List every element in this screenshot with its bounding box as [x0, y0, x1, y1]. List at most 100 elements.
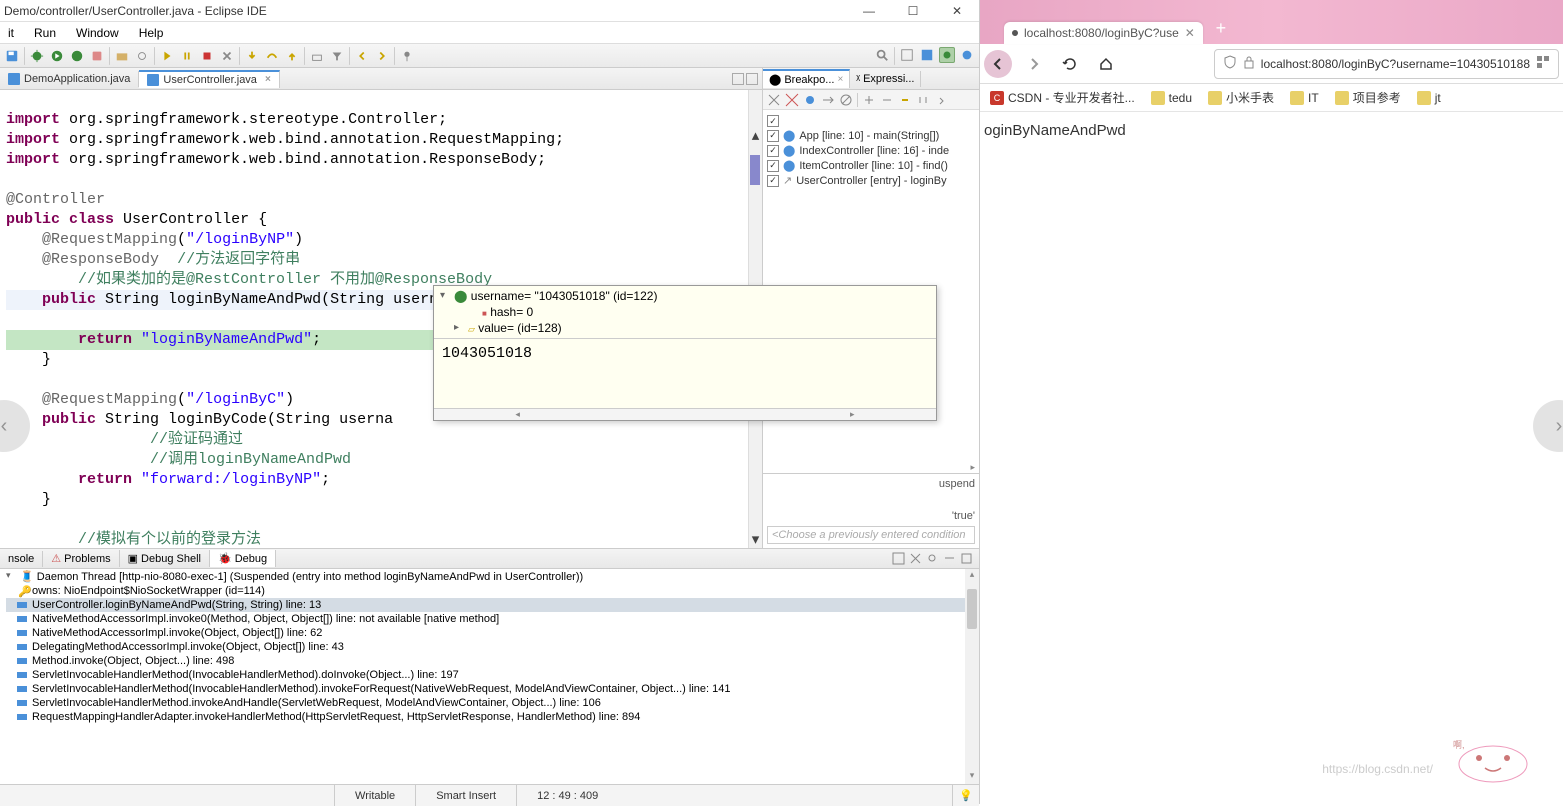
menu-window[interactable]: Window	[70, 24, 125, 42]
remove-icon[interactable]	[767, 93, 781, 107]
overview-mark[interactable]	[750, 155, 760, 185]
resume-icon[interactable]	[159, 48, 175, 64]
bookmark-folder[interactable]: IT	[1286, 89, 1323, 107]
close-tab-icon[interactable]: ✕	[1185, 26, 1195, 40]
owns-row[interactable]: 🔑owns: NioEndpoint$NioSocketWrapper (id=…	[6, 584, 979, 598]
address-bar[interactable]: localhost:8080/loginByC?username=1043051…	[1214, 49, 1559, 79]
step-over-icon[interactable]	[264, 48, 280, 64]
minimize-icon[interactable]	[943, 552, 956, 565]
scroll-down-icon[interactable]: ▾	[749, 534, 762, 548]
checkbox[interactable]: ✓	[767, 160, 779, 172]
expand-icon[interactable]: ▸	[454, 322, 459, 333]
new-tab-button[interactable]: +	[1207, 14, 1235, 42]
maximize-view-icon[interactable]	[746, 73, 758, 85]
run-icon[interactable]	[49, 48, 65, 64]
skip-all-icon[interactable]	[839, 93, 853, 107]
bookmark-folder[interactable]: jt	[1413, 89, 1445, 107]
step-return-icon[interactable]	[284, 48, 300, 64]
close-button[interactable]: ✕	[935, 0, 979, 22]
stack-frame[interactable]: ServletInvocableHandlerMethod.invokeAndH…	[6, 696, 979, 710]
bookmark-csdn[interactable]: CCSDN - 专业开发者社...	[986, 87, 1139, 108]
collapse-icon[interactable]: ▾	[6, 570, 11, 581]
bookmark-folder[interactable]: 项目参考	[1331, 87, 1405, 108]
forward-nav-icon[interactable]	[374, 48, 390, 64]
collapse-icon[interactable]	[880, 93, 894, 107]
stack-frame[interactable]: NativeMethodAccessorImpl.invoke(Object, …	[6, 626, 979, 640]
tip-icon[interactable]: 💡	[952, 785, 979, 806]
stack-frame[interactable]: Method.invoke(Object, Object...) line: 4…	[6, 654, 979, 668]
step-into-icon[interactable]	[244, 48, 260, 64]
bookmark-folder[interactable]: 小米手表	[1204, 87, 1278, 108]
checkbox[interactable]: ✓	[767, 175, 779, 187]
inspector-scrollbar[interactable]: ◂▸	[434, 408, 936, 420]
maximize-button[interactable]: ☐	[891, 0, 935, 22]
breakpoint-item[interactable]: ✓↗UserController [entry] - loginBy	[767, 173, 975, 188]
debug-icon[interactable]	[29, 48, 45, 64]
lock-icon[interactable]	[1243, 55, 1255, 72]
pin-icon[interactable]	[399, 48, 415, 64]
goto-file-icon[interactable]	[821, 93, 835, 107]
perspective-open-icon[interactable]	[899, 47, 915, 63]
stack-frame[interactable]: ServletInvocableHandlerMethod(InvocableH…	[6, 668, 979, 682]
menu-run[interactable]: Run	[28, 24, 62, 42]
breakpoint-item[interactable]: ✓⬤App [line: 10] - main(String[])	[767, 128, 975, 143]
inspector-detail[interactable]: 1043051018	[434, 338, 936, 408]
drop-to-frame-icon[interactable]	[309, 48, 325, 64]
expand-icon[interactable]	[862, 93, 876, 107]
maximize-icon[interactable]	[960, 552, 973, 565]
stack-frame[interactable]: UserController.loginByNameAndPwd(String,…	[6, 598, 979, 612]
suspend-icon[interactable]	[179, 48, 195, 64]
disconnect-icon[interactable]	[219, 48, 235, 64]
run-last-icon[interactable]	[69, 48, 85, 64]
external-tools-icon[interactable]	[89, 48, 105, 64]
collapse-icon[interactable]: ▾	[440, 290, 445, 301]
condition-input[interactable]: <Choose a previously entered condition	[767, 526, 975, 544]
checkbox[interactable]: ✓	[767, 115, 779, 127]
tab-breakpoints[interactable]: ⬤ Breakpo... ×	[763, 69, 850, 88]
layout-icon[interactable]	[892, 552, 905, 565]
perspective-debug-icon[interactable]	[939, 47, 955, 63]
browser-tab[interactable]: localhost:8080/loginByC?use ✕	[1004, 22, 1203, 44]
remove-all-icon[interactable]	[785, 93, 799, 107]
stack-frame[interactable]: RequestMappingHandlerAdapter.invokeHandl…	[6, 710, 979, 724]
back-button[interactable]	[984, 50, 1012, 78]
tab-console[interactable]: nsole	[0, 551, 43, 567]
new-package-icon[interactable]	[114, 48, 130, 64]
tab-debugshell[interactable]: ▣Debug Shell	[120, 550, 210, 567]
sort-icon[interactable]	[916, 93, 930, 107]
menu-edit[interactable]: it	[2, 24, 20, 42]
save-icon[interactable]	[4, 48, 20, 64]
forward-button[interactable]	[1020, 50, 1048, 78]
checkbox[interactable]: ✓	[767, 130, 779, 142]
checkbox[interactable]: ✓	[767, 145, 779, 157]
thread-row[interactable]: ▾🧵 Daemon Thread [http-nio-8080-exec-1] …	[6, 569, 979, 584]
breakpoint-item[interactable]: ✓⬤ItemController [line: 10] - find()	[767, 158, 975, 173]
minimize-view-icon[interactable]	[732, 73, 744, 85]
debug-stack[interactable]: ▾🧵 Daemon Thread [http-nio-8080-exec-1] …	[0, 569, 979, 784]
tab-usercontroller[interactable]: UserController.java ×	[139, 70, 279, 88]
use-step-filters-icon[interactable]	[329, 48, 345, 64]
stack-frame[interactable]: NativeMethodAccessorImpl.invoke0(Method,…	[6, 612, 979, 626]
stack-frame[interactable]: ServletInvocableHandlerMethod(InvocableH…	[6, 682, 979, 696]
view-menu-icon[interactable]	[926, 552, 939, 565]
back-nav-icon[interactable]	[354, 48, 370, 64]
show-breakpoints-icon[interactable]	[803, 93, 817, 107]
tab-debug[interactable]: 🐞Debug	[210, 550, 276, 567]
perspective-jee-icon[interactable]	[959, 47, 975, 63]
terminate-icon[interactable]	[199, 48, 215, 64]
scroll-right-icon[interactable]: ▸	[763, 462, 979, 473]
tab-demoapp[interactable]: DemoApplication.java	[0, 71, 139, 87]
perspective-java-icon[interactable]	[919, 47, 935, 63]
close-tab-icon[interactable]: ×	[265, 74, 271, 85]
link-icon[interactable]	[898, 93, 912, 107]
open-type-icon[interactable]	[134, 48, 150, 64]
stack-frame[interactable]: DelegatingMethodAccessorImpl.invoke(Obje…	[6, 640, 979, 654]
shield-icon[interactable]	[1223, 55, 1237, 72]
breakpoint-item[interactable]: ✓⬤IndexController [line: 16] - inde	[767, 143, 975, 158]
tab-expressions[interactable]: ᵡ Expressi...	[850, 71, 921, 87]
remove-terminated-icon[interactable]	[909, 552, 922, 565]
bookmark-folder[interactable]: tedu	[1147, 89, 1196, 107]
qr-icon[interactable]	[1536, 55, 1550, 72]
tab-problems[interactable]: ⚠Problems	[43, 550, 119, 567]
home-button[interactable]	[1092, 50, 1120, 78]
